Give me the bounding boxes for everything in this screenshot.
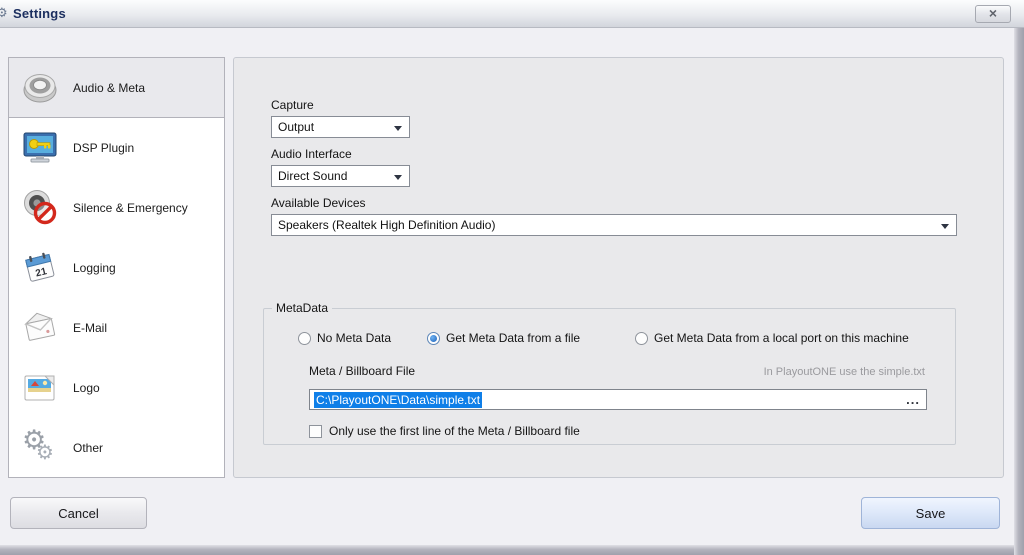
window-frame-bottom (0, 545, 1014, 555)
sidebar-item-label: E-Mail (73, 321, 108, 335)
sidebar-item-silence-emergency[interactable]: Silence & Emergency (9, 178, 224, 238)
cancel-button-label: Cancel (58, 505, 99, 521)
capture-label: Capture (271, 98, 314, 112)
save-button[interactable]: Save (861, 497, 1000, 529)
capture-dropdown[interactable]: Output (271, 116, 410, 138)
audio-interface-label: Audio Interface (271, 147, 352, 161)
browse-ellipsis-button[interactable]: ... (906, 391, 920, 408)
sidebar-item-label: Logging (73, 261, 116, 275)
calendar-icon: 21 (21, 249, 59, 287)
chevron-down-icon (394, 126, 402, 131)
sidebar-item-email[interactable]: E-Mail (9, 298, 224, 358)
radio-label: No Meta Data (317, 331, 392, 345)
window-frame-right (1014, 28, 1024, 555)
sidebar-item-label: Logo (73, 381, 100, 395)
available-devices-label: Available Devices (271, 196, 366, 210)
settings-dialog: ⚙ Settings × Audio & Meta DSP Plugin Sil… (0, 0, 1024, 555)
close-button[interactable]: × (975, 5, 1011, 23)
capture-value: Output (278, 120, 315, 134)
sidebar-item-label: Other (73, 441, 104, 455)
metadata-legend: MetaData (272, 301, 333, 315)
cancel-button[interactable]: Cancel (10, 497, 147, 529)
close-icon: × (988, 5, 998, 21)
meta-file-path-value: C:\PlayoutONE\Data\simple.txt (314, 391, 483, 408)
radio-no-meta-data[interactable]: No Meta Data (298, 331, 391, 345)
checkbox-icon[interactable] (309, 424, 322, 438)
radio-meta-from-file[interactable]: Get Meta Data from a file (427, 331, 580, 345)
picture-icon (21, 369, 59, 407)
sidebar-item-label: DSP Plugin (73, 141, 135, 155)
window-title: Settings (13, 6, 66, 21)
main-panel: Capture Output Audio Interface Direct So… (233, 57, 1004, 478)
radio-meta-from-local-port[interactable]: Get Meta Data from a local port on this … (635, 331, 909, 345)
save-button-label: Save (915, 505, 946, 521)
sidebar-item-logging[interactable]: 21 Logging (9, 238, 224, 298)
available-devices-value: Speakers (Realtek High Definition Audio) (278, 218, 496, 232)
meta-billboard-file-input[interactable]: C:\PlayoutONE\Data\simple.txt ... (309, 389, 927, 410)
chevron-down-icon (394, 175, 402, 180)
speaker-icon (21, 69, 59, 107)
sidebar-item-logo[interactable]: Logo (9, 358, 224, 418)
available-devices-dropdown[interactable]: Speakers (Realtek High Definition Audio) (271, 214, 957, 236)
radio-icon-checked[interactable] (427, 331, 440, 345)
metadata-groupbox: MetaData No Meta Data Get Meta Data from… (263, 301, 956, 445)
envelope-icon (21, 309, 59, 347)
sidebar-item-other[interactable]: ⚙ ⚙ Other (9, 418, 224, 478)
meta-file-hint: In PlayoutONE use the simple.txt (763, 366, 925, 378)
radio-label: Get Meta Data from a local port on this … (654, 331, 909, 345)
gears-icon: ⚙ ⚙ (22, 425, 54, 464)
radio-label: Get Meta Data from a file (446, 331, 581, 345)
radio-icon[interactable] (635, 331, 648, 345)
dsp-monitor-icon (21, 129, 59, 167)
sidebar-item-label: Audio & Meta (73, 80, 146, 95)
sidebar-item-dsp-plugin[interactable]: DSP Plugin (9, 118, 224, 178)
chevron-down-icon (941, 224, 949, 229)
checkbox-label: Only use the first line of the Meta / Bi… (329, 424, 580, 438)
title-bar[interactable]: ⚙ Settings × (0, 0, 1024, 28)
sidebar-item-label: Silence & Emergency (73, 201, 188, 215)
audio-interface-value: Direct Sound (278, 169, 348, 183)
first-line-checkbox-row[interactable]: Only use the first line of the Meta / Bi… (309, 424, 580, 438)
sidebar: Audio & Meta DSP Plugin Silence & Emerge… (8, 57, 225, 478)
sidebar-item-audio-meta[interactable]: Audio & Meta (9, 58, 224, 118)
muted-speaker-icon (21, 189, 59, 227)
app-icon: ⚙ (0, 6, 8, 21)
radio-icon[interactable] (298, 331, 311, 345)
meta-billboard-file-label: Meta / Billboard File (309, 364, 416, 378)
audio-interface-dropdown[interactable]: Direct Sound (271, 165, 410, 187)
